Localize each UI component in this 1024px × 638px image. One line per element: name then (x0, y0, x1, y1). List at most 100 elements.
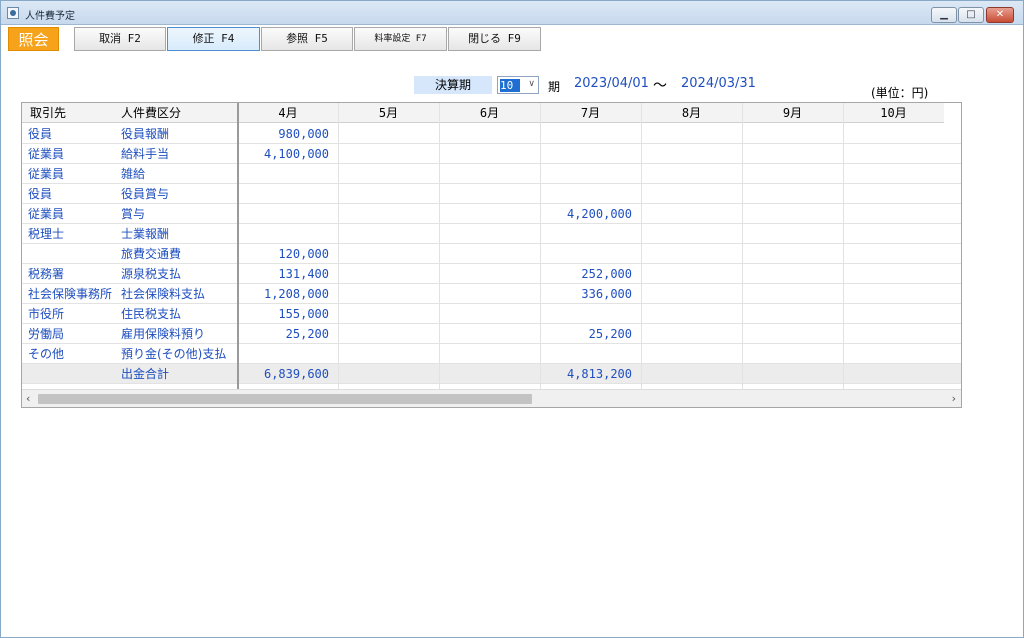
amount-cell[interactable]: 25,200 (238, 324, 338, 344)
category-cell[interactable]: 預り金(その他)支払 (115, 344, 237, 364)
amount-cell[interactable] (439, 284, 540, 304)
amount-cell[interactable] (641, 224, 742, 244)
amount-cell[interactable] (641, 344, 742, 364)
amount-cell[interactable] (843, 244, 944, 264)
amount-cell[interactable] (540, 164, 641, 184)
total-cell[interactable] (22, 364, 115, 384)
category-cell[interactable]: 社会保険料支払 (115, 284, 237, 304)
amount-cell[interactable]: 336,000 (540, 284, 641, 304)
partner-cell[interactable]: 役員 (22, 124, 115, 144)
category-cell[interactable]: 雇用保険料預り (115, 324, 237, 344)
category-cell[interactable]: 旅費交通費 (115, 244, 237, 264)
amount-cell[interactable] (439, 324, 540, 344)
partner-cell[interactable]: 税務署 (22, 264, 115, 284)
total-cell[interactable] (843, 364, 944, 384)
partner-cell[interactable]: 労働局 (22, 324, 115, 344)
total-cell[interactable]: 4,813,200 (540, 364, 641, 384)
amount-cell[interactable] (439, 124, 540, 144)
category-cell[interactable]: 給料手当 (115, 144, 237, 164)
amount-cell[interactable] (742, 244, 843, 264)
scroll-right-icon[interactable]: › (952, 392, 956, 405)
maximize-button[interactable]: □ (958, 7, 984, 23)
amount-cell[interactable] (338, 164, 439, 184)
amount-cell[interactable] (843, 344, 944, 364)
amount-cell[interactable] (238, 184, 338, 204)
cancel-button[interactable]: 取消 F2 (74, 27, 166, 51)
amount-cell[interactable] (843, 304, 944, 324)
amount-cell[interactable] (843, 324, 944, 344)
amount-cell[interactable] (742, 124, 843, 144)
horizontal-scrollbar[interactable]: ‹ › (22, 389, 961, 407)
amount-cell[interactable] (742, 324, 843, 344)
category-cell[interactable]: 役員報酬 (115, 124, 237, 144)
labor-cost-grid[interactable]: ‹ › 取引先 人件費区分 4月 5月 6月 7月 8月 9月 10月 役員 役員報酬 980,000… (21, 102, 962, 408)
total-cell[interactable] (641, 364, 742, 384)
amount-cell[interactable] (641, 264, 742, 284)
amount-cell[interactable] (540, 304, 641, 324)
total-cell[interactable] (742, 364, 843, 384)
amount-cell[interactable] (742, 284, 843, 304)
amount-cell[interactable] (439, 184, 540, 204)
partner-cell[interactable] (22, 244, 115, 264)
amount-cell[interactable]: 980,000 (238, 124, 338, 144)
amount-cell[interactable] (338, 204, 439, 224)
amount-cell[interactable] (641, 324, 742, 344)
amount-cell[interactable] (843, 204, 944, 224)
partner-cell[interactable]: 市役所 (22, 304, 115, 324)
amount-cell[interactable] (238, 204, 338, 224)
total-cell[interactable] (338, 364, 439, 384)
amount-cell[interactable] (338, 284, 439, 304)
close-button[interactable]: 閉じる F9 (448, 27, 541, 51)
category-cell[interactable]: 源泉税支払 (115, 264, 237, 284)
total-cell[interactable] (439, 364, 540, 384)
amount-cell[interactable] (742, 304, 843, 324)
scroll-left-icon[interactable]: ‹ (26, 392, 30, 405)
amount-cell[interactable] (641, 244, 742, 264)
amount-cell[interactable]: 252,000 (540, 264, 641, 284)
scrollbar-thumb[interactable] (38, 394, 532, 404)
amount-cell[interactable] (338, 224, 439, 244)
amount-cell[interactable] (439, 344, 540, 364)
amount-cell[interactable] (439, 224, 540, 244)
category-cell[interactable]: 役員賞与 (115, 184, 237, 204)
partner-cell[interactable]: 従業員 (22, 144, 115, 164)
title-bar[interactable]: 人件費予定 ▁ □ ✕ (1, 1, 1023, 25)
amount-cell[interactable]: 4,100,000 (238, 144, 338, 164)
amount-cell[interactable]: 120,000 (238, 244, 338, 264)
amount-cell[interactable] (238, 224, 338, 244)
amount-cell[interactable] (540, 224, 641, 244)
amount-cell[interactable] (338, 304, 439, 324)
amount-cell[interactable] (641, 184, 742, 204)
amount-cell[interactable] (641, 284, 742, 304)
amount-cell[interactable] (439, 204, 540, 224)
amount-cell[interactable] (439, 164, 540, 184)
amount-cell[interactable] (641, 164, 742, 184)
total-cell[interactable]: 出金合計 (115, 364, 237, 384)
amount-cell[interactable] (641, 144, 742, 164)
minimize-button[interactable]: ▁ (931, 7, 957, 23)
partner-cell[interactable]: 役員 (22, 184, 115, 204)
amount-cell[interactable] (843, 224, 944, 244)
category-cell[interactable]: 住民税支払 (115, 304, 237, 324)
amount-cell[interactable] (338, 144, 439, 164)
edit-button[interactable]: 修正 F4 (167, 27, 260, 51)
amount-cell[interactable] (338, 264, 439, 284)
amount-cell[interactable] (540, 124, 641, 144)
amount-cell[interactable] (238, 164, 338, 184)
amount-cell[interactable] (338, 124, 439, 144)
amount-cell[interactable]: 155,000 (238, 304, 338, 324)
fiscal-period-select[interactable]: 10 ∨ (497, 76, 539, 94)
amount-cell[interactable] (742, 144, 843, 164)
amount-cell[interactable] (742, 264, 843, 284)
rate-setting-button[interactable]: 料率設定 F7 (354, 27, 447, 51)
amount-cell[interactable] (742, 224, 843, 244)
amount-cell[interactable] (439, 244, 540, 264)
category-cell[interactable]: 賞与 (115, 204, 237, 224)
amount-cell[interactable] (338, 184, 439, 204)
amount-cell[interactable] (540, 244, 641, 264)
amount-cell[interactable]: 1,208,000 (238, 284, 338, 304)
amount-cell[interactable] (843, 184, 944, 204)
partner-cell[interactable]: その他 (22, 344, 115, 364)
amount-cell[interactable] (843, 144, 944, 164)
reference-button[interactable]: 参照 F5 (261, 27, 353, 51)
